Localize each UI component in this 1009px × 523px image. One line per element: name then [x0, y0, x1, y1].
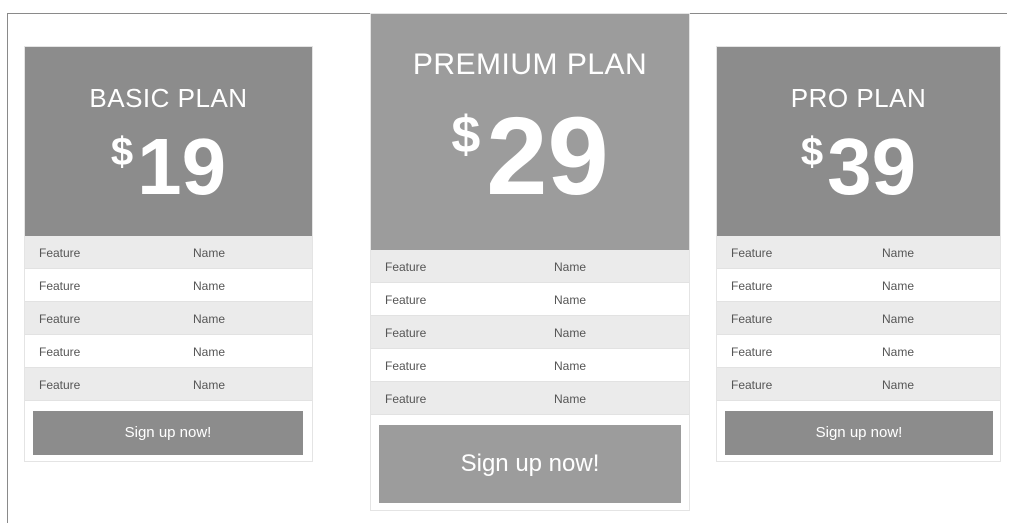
feature-row: Feature Name [717, 236, 1000, 269]
sign-up-button-basic[interactable]: Sign up now! [33, 411, 303, 455]
plan-price: $19 [25, 127, 312, 207]
plan-title: PRO PLAN [790, 83, 927, 113]
feature-label: Feature [39, 312, 81, 326]
feature-label: Feature [731, 246, 773, 260]
feature-label: Feature [385, 359, 427, 373]
feature-value: Name [554, 293, 587, 307]
feature-label: Feature [385, 260, 427, 274]
feature-value: Name [193, 312, 226, 326]
plan-header: PREMIUM PLAN $29 [371, 14, 689, 250]
feature-row: Feature Name [717, 269, 1000, 302]
feature-value: Name [554, 359, 587, 373]
plan-title: BASIC PLAN [89, 83, 248, 113]
sign-up-button-premium[interactable]: Sign up now! [379, 425, 681, 503]
feature-row: Feature Name [717, 302, 1000, 335]
feature-list: Feature Name Feature Name Feature Name Feat… [25, 236, 312, 401]
pricing-card-basic: BASIC PLAN $19 Feature Name Feature Name F… [24, 46, 313, 462]
feature-row: Feature Name [25, 368, 312, 401]
price-amount: 19 [137, 122, 227, 211]
currency-symbol: $ [451, 106, 481, 164]
feature-label: Feature [39, 279, 81, 293]
plan-header: BASIC PLAN $19 [25, 47, 312, 236]
feature-label: Feature [39, 378, 81, 392]
feature-value: Name [882, 246, 915, 260]
feature-row: Feature Name [25, 269, 312, 302]
plan-price: $39 [717, 127, 1000, 207]
feature-row: Feature Name [371, 349, 689, 382]
feature-row: Feature Name [371, 382, 689, 415]
feature-value: Name [882, 345, 915, 359]
feature-value: Name [554, 260, 587, 274]
currency-symbol: $ [110, 130, 134, 174]
feature-list: Feature Name Feature Name Feature Name Feat… [717, 236, 1000, 401]
feature-label: Feature [39, 345, 81, 359]
feature-label: Feature [731, 378, 773, 392]
plan-header: PRO PLAN $39 [717, 47, 1000, 236]
feature-value: Name [193, 378, 226, 392]
plan-price: $29 [371, 102, 689, 212]
feature-value: Name [193, 345, 226, 359]
feature-value: Name [554, 326, 587, 340]
feature-value: Name [554, 392, 587, 406]
feature-label: Feature [385, 326, 427, 340]
feature-row: Feature Name [371, 250, 689, 283]
feature-label: Feature [39, 246, 81, 260]
pricing-card-premium: PREMIUM PLAN $29 Feature Name Feature Name… [370, 13, 690, 511]
feature-value: Name [193, 246, 226, 260]
feature-value: Name [193, 279, 226, 293]
feature-label: Feature [731, 279, 773, 293]
feature-label: Feature [731, 345, 773, 359]
feature-row: Feature Name [25, 335, 312, 368]
feature-row: Feature Name [25, 302, 312, 335]
feature-row: Feature Name [25, 236, 312, 269]
plan-title: PREMIUM PLAN [412, 48, 648, 81]
feature-row: Feature Name [717, 335, 1000, 368]
feature-row: Feature Name [717, 368, 1000, 401]
feature-row: Feature Name [371, 316, 689, 349]
feature-value: Name [882, 279, 915, 293]
sign-up-button-pro[interactable]: Sign up now! [725, 411, 993, 455]
feature-list: Feature Name Feature Name Feature Name Feat… [371, 250, 689, 415]
currency-symbol: $ [800, 130, 824, 174]
pricing-card-pro: PRO PLAN $39 Feature Name Feature Name Fea… [716, 46, 1001, 462]
price-amount: 39 [827, 122, 917, 211]
price-amount: 29 [486, 95, 609, 218]
feature-value: Name [882, 312, 915, 326]
feature-label: Feature [385, 293, 427, 307]
feature-label: Feature [385, 392, 427, 406]
feature-value: Name [882, 378, 915, 392]
feature-row: Feature Name [371, 283, 689, 316]
feature-label: Feature [731, 312, 773, 326]
